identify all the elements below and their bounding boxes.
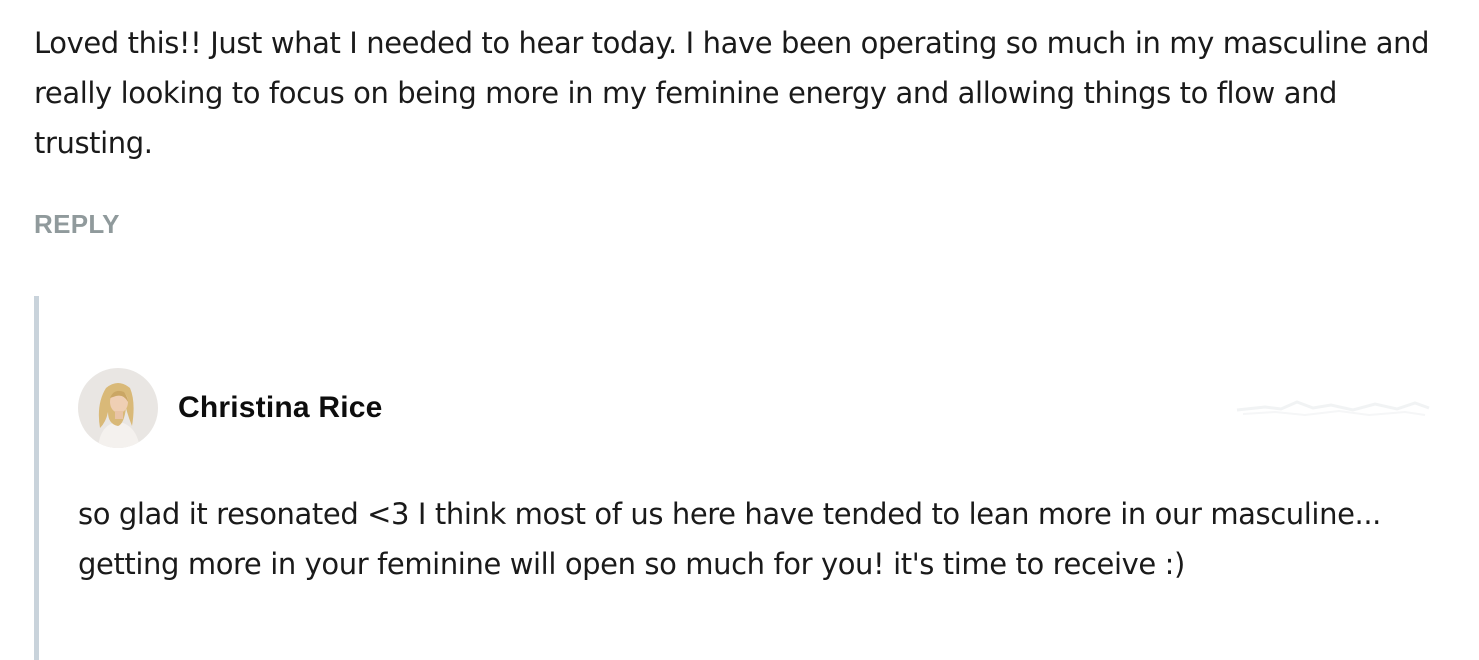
comment-text: Loved this!! Just what I needed to hear … [34, 26, 1430, 160]
reply-thread: Christina Rice so glad it resonated <3 I… [34, 296, 1449, 660]
avatar-image [78, 368, 158, 448]
comment: Loved this!! Just what I needed to hear … [34, 18, 1434, 168]
reply-author: Christina Rice [78, 368, 383, 448]
reply-button[interactable]: REPLY [34, 209, 120, 240]
avatar[interactable] [78, 368, 158, 448]
reply-text: so glad it resonated <3 I think most of … [78, 497, 1381, 581]
author-name[interactable]: Christina Rice [178, 391, 383, 425]
date-text [1236, 400, 1430, 417]
